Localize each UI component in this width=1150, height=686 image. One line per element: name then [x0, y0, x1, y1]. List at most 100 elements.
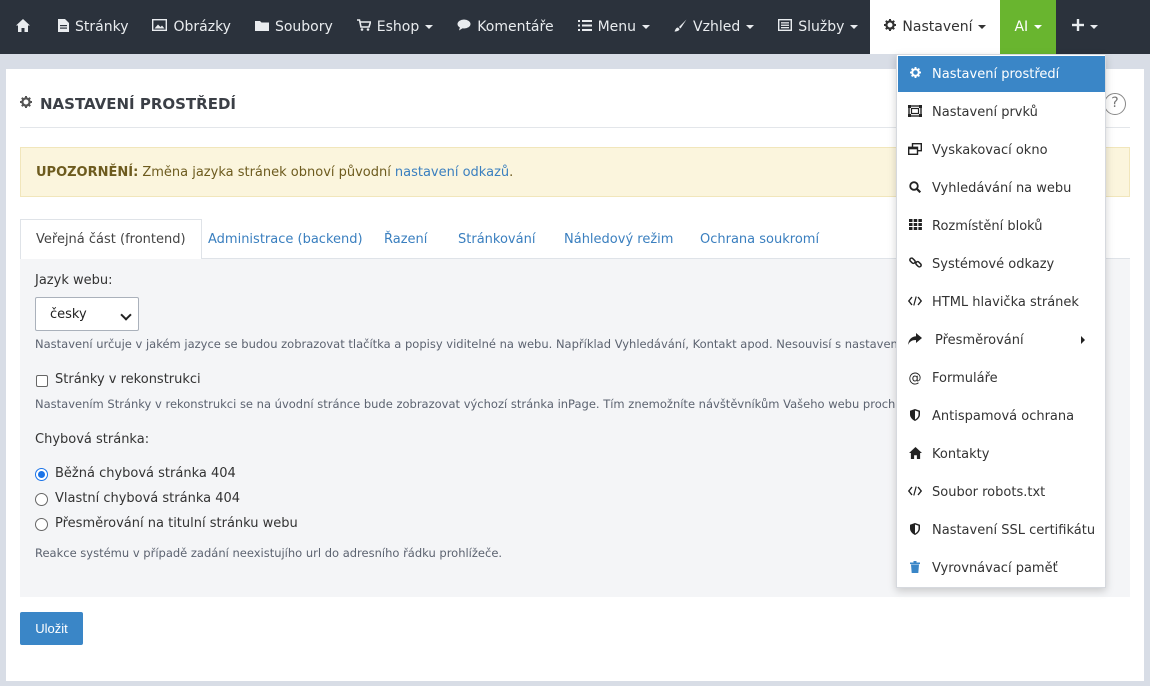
nav-label: Služby [798, 19, 845, 35]
save-button[interactable]: Uložit [20, 612, 83, 645]
page-title-text: NASTAVENÍ PROSTŘEDÍ [40, 95, 236, 113]
gear-icon [908, 67, 922, 81]
chevron-down-icon [1090, 25, 1099, 29]
error-option-label: Přesměrování na titulní stránku webu [55, 516, 298, 531]
menu-item-robots[interactable]: Soubor robots.txt [898, 474, 1105, 510]
code-icon [907, 295, 923, 309]
services-icon [778, 18, 793, 35]
menu-item-label: Nastavení SSL certifikátu [932, 522, 1096, 538]
chevron-down-icon [746, 25, 755, 29]
menu-item-systemove-odkazy[interactable]: Systémové odkazy [898, 246, 1105, 282]
cart-icon [356, 19, 372, 35]
nav-label: Menu [597, 19, 637, 35]
nav-label: Vzhled [693, 19, 741, 35]
home-icon [908, 446, 922, 462]
menu-item-label: Antispamová ochrana [932, 408, 1075, 424]
nav-label: Eshop [376, 19, 420, 35]
nav-add[interactable] [1056, 0, 1114, 54]
menu-item-label: HTML hlavička stránek [932, 294, 1079, 310]
error-option-label: Běžná chybová stránka 404 [55, 466, 236, 481]
chevron-down-icon [120, 309, 132, 321]
settings-dropdown: Nastavení prostředí Nastavení prvků Vysk… [896, 54, 1106, 588]
image-icon [152, 18, 168, 35]
menu-item-antispam[interactable]: Antispamová ochrana [898, 398, 1105, 434]
plus-icon [1072, 19, 1085, 35]
menu-item-label: Nastavení prvků [932, 104, 1038, 120]
link-icon [908, 256, 922, 272]
chevron-down-icon [642, 25, 651, 29]
alert-link[interactable]: nastavení odkazů [395, 165, 509, 180]
alert-prefix: UPOZORNĚNÍ: [36, 164, 139, 180]
shield-icon [908, 408, 922, 424]
reconstruction-label: Stránky v rekonstrukci [55, 372, 201, 387]
alert-text: Změna jazyka stránek obnoví původní [142, 164, 391, 180]
language-label: Jazyk webu: [35, 273, 113, 288]
menu-item-label: Formuláře [932, 370, 998, 386]
help-icon[interactable]: ? [1104, 93, 1126, 115]
error-option-label: Vlastní chybová stránka 404 [55, 491, 241, 506]
menu-item-nastaveni-prostredi[interactable]: Nastavení prostředí [898, 56, 1105, 92]
nav-soubory[interactable]: Soubory [243, 0, 345, 54]
menu-item-cache[interactable]: Vyrovnávací paměť [898, 550, 1105, 586]
alert-suffix: . [509, 164, 514, 180]
list-icon [577, 19, 592, 35]
nav-label: Soubory [274, 19, 333, 35]
tab-nahledovy-rezim[interactable]: Náhledový režim [564, 219, 673, 259]
tab-strankovani[interactable]: Stránkování [458, 219, 535, 259]
menu-item-rozmisteni-bloku[interactable]: Rozmístění bloků [898, 208, 1105, 244]
search-icon [908, 180, 922, 196]
menu-item-label: Rozmístění bloků [932, 218, 1043, 234]
menu-item-nastaveni-prvku[interactable]: Nastavení prvků [898, 94, 1105, 130]
tab-ochrana-soukromi[interactable]: Ochrana soukromí [700, 219, 819, 259]
menu-item-label: Systémové odkazy [932, 256, 1055, 272]
nav-nastaveni[interactable]: Nastavení [870, 0, 1001, 54]
nav-sluzby[interactable]: Služby [766, 0, 870, 54]
language-select-value: česky [50, 306, 87, 322]
chevron-down-icon [978, 25, 987, 29]
nav-home[interactable] [0, 0, 46, 54]
menu-item-vyskakovaci-okno[interactable]: Vyskakovací okno [898, 132, 1105, 168]
error-radio-redirect[interactable] [35, 518, 48, 531]
menu-item-kontakty[interactable]: Kontakty [898, 436, 1105, 472]
menu-item-label: Kontakty [932, 446, 990, 462]
nav-vzhled[interactable]: Vzhled [662, 0, 766, 54]
menu-item-html-hlavicka[interactable]: HTML hlavička stránek [898, 284, 1105, 320]
nav-eshop[interactable]: Eshop [345, 0, 445, 54]
comments-icon [457, 19, 471, 35]
nav-menu[interactable]: Menu [566, 0, 662, 54]
chevron-down-icon [850, 25, 859, 29]
reconstruction-checkbox[interactable] [36, 375, 48, 387]
page-title: NASTAVENÍ PROSTŘEDÍ [20, 95, 236, 113]
popup-icon [907, 142, 923, 158]
gear-icon [20, 96, 32, 112]
tab-frontend[interactable]: Veřejná část (frontend) [20, 219, 202, 260]
nav-ai[interactable]: AI [1000, 0, 1057, 54]
menu-item-label: Vyhledávání na webu [932, 180, 1072, 196]
menu-item-label: Vyrovnávací paměť [932, 560, 1058, 576]
menu-item-label: Nastavení prostředí [932, 66, 1060, 82]
nav-stranky[interactable]: Stránky [46, 0, 140, 54]
chevron-down-icon [1034, 25, 1043, 29]
tab-razeni[interactable]: Řazení [384, 219, 427, 259]
home-icon [16, 18, 30, 36]
nav-komentare[interactable]: Komentáře [445, 0, 565, 54]
shield-icon [908, 522, 922, 538]
gear-icon [884, 19, 897, 35]
nav-obrazky[interactable]: Obrázky [140, 0, 242, 54]
menu-item-presmerovani[interactable]: Přesměrování [898, 322, 1105, 358]
file-icon [58, 18, 69, 36]
folder-icon [254, 19, 269, 35]
brush-icon [674, 19, 687, 36]
chevron-down-icon [425, 25, 434, 29]
menu-item-ssl[interactable]: Nastavení SSL certifikátu [898, 512, 1105, 548]
redirect-icon [908, 332, 922, 348]
menu-item-label: Vyskakovací okno [932, 142, 1048, 158]
tab-backend[interactable]: Administrace (backend) [208, 219, 363, 259]
error-radio-custom[interactable] [35, 493, 48, 506]
menu-item-vyhledavani[interactable]: Vyhledávání na webu [898, 170, 1105, 206]
language-select[interactable]: česky [35, 297, 139, 331]
trash-icon [908, 560, 922, 576]
at-icon: @ [908, 370, 922, 386]
menu-item-formulare[interactable]: @ Formuláře [898, 360, 1105, 396]
error-radio-standard[interactable] [35, 468, 48, 481]
